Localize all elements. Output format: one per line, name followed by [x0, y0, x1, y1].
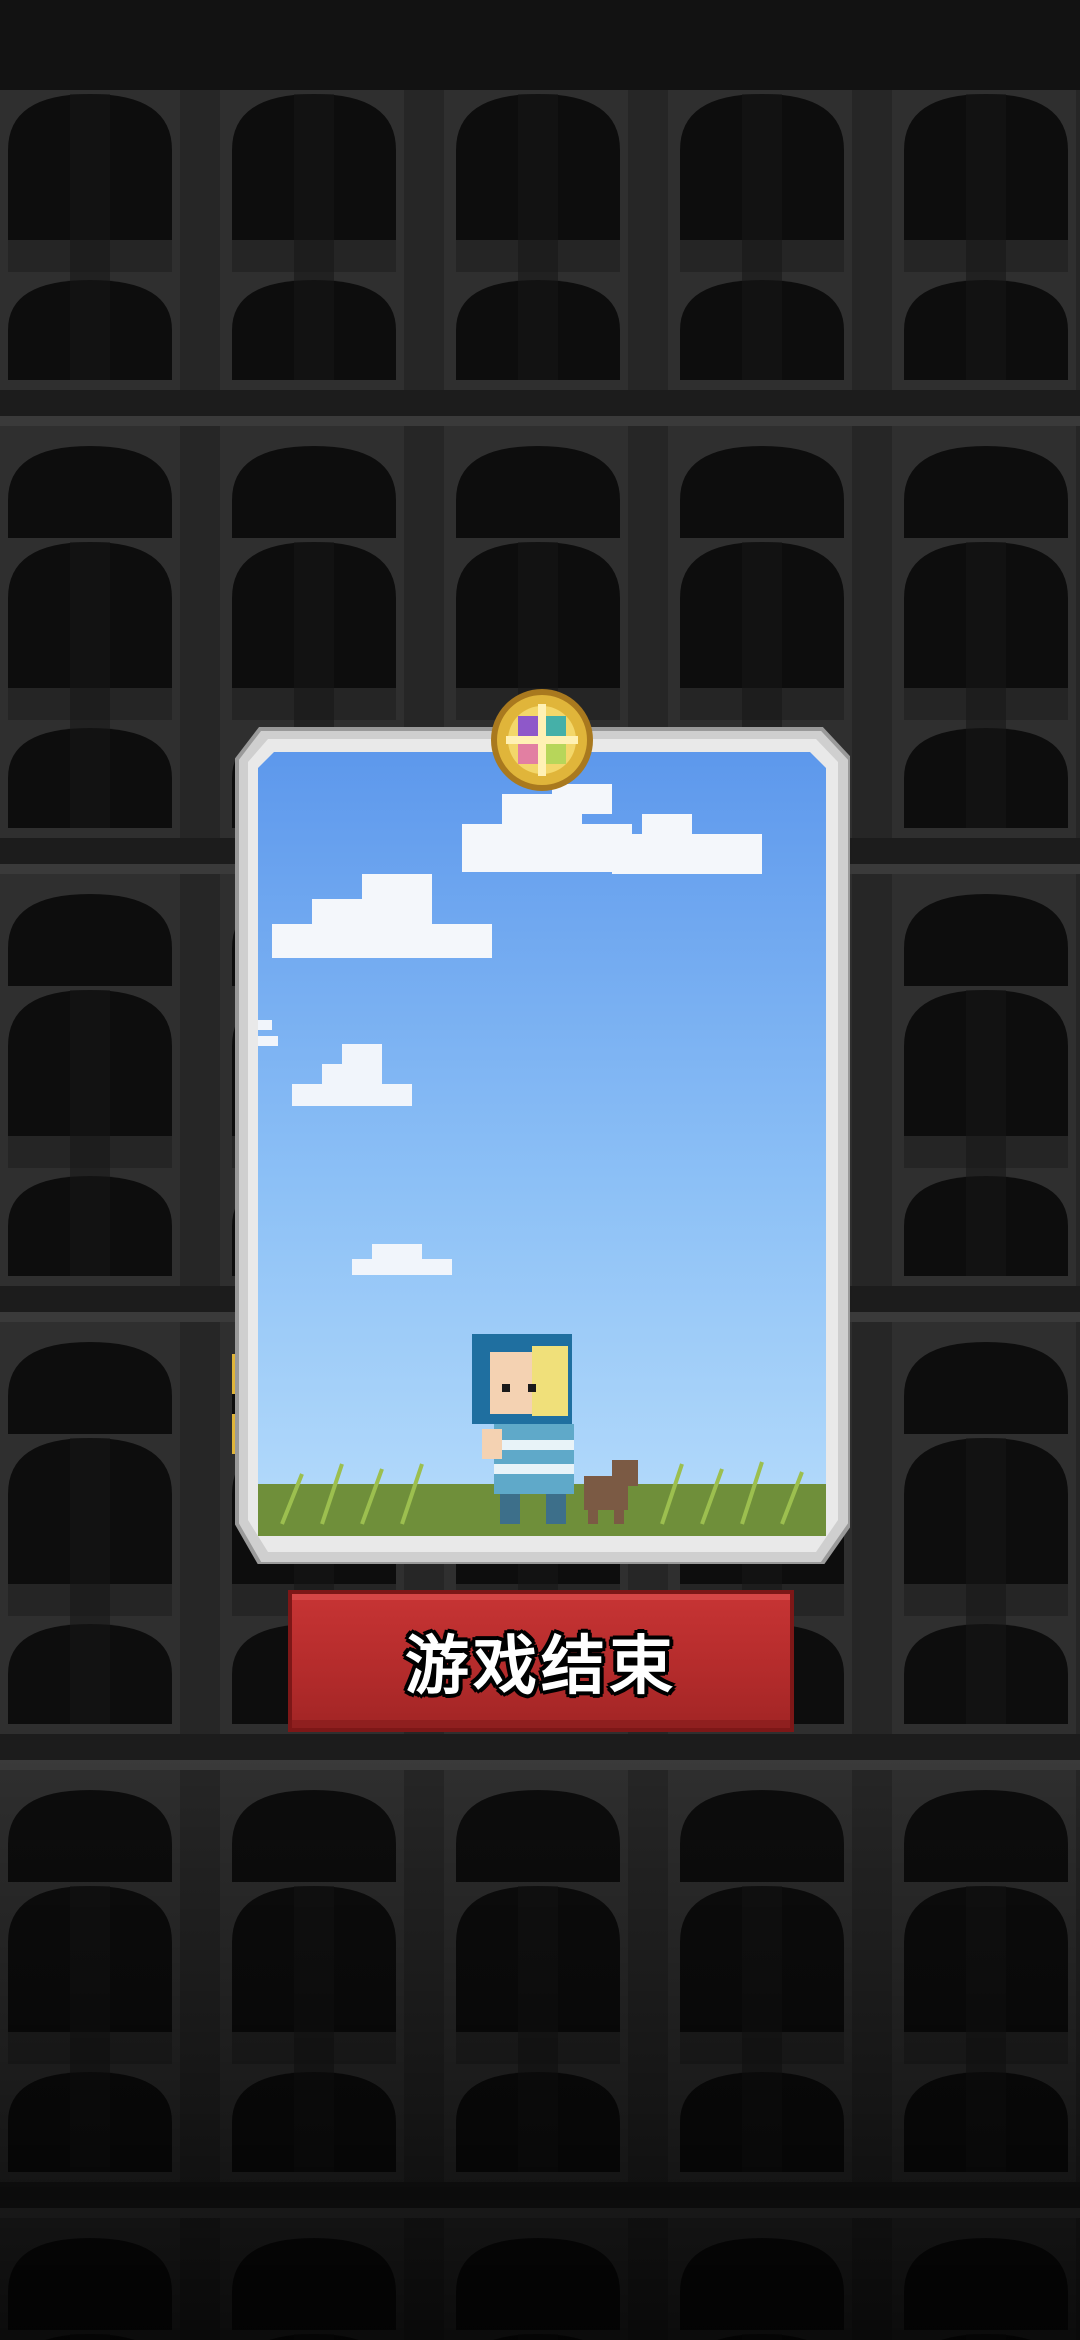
- character-card: [232, 689, 850, 1564]
- compass-emblem-icon: [491, 689, 593, 791]
- game-over-button[interactable]: 游戏结束: [288, 1590, 794, 1732]
- character-portrait: [232, 727, 850, 1564]
- game-over-label: 游戏结束: [405, 1630, 677, 1704]
